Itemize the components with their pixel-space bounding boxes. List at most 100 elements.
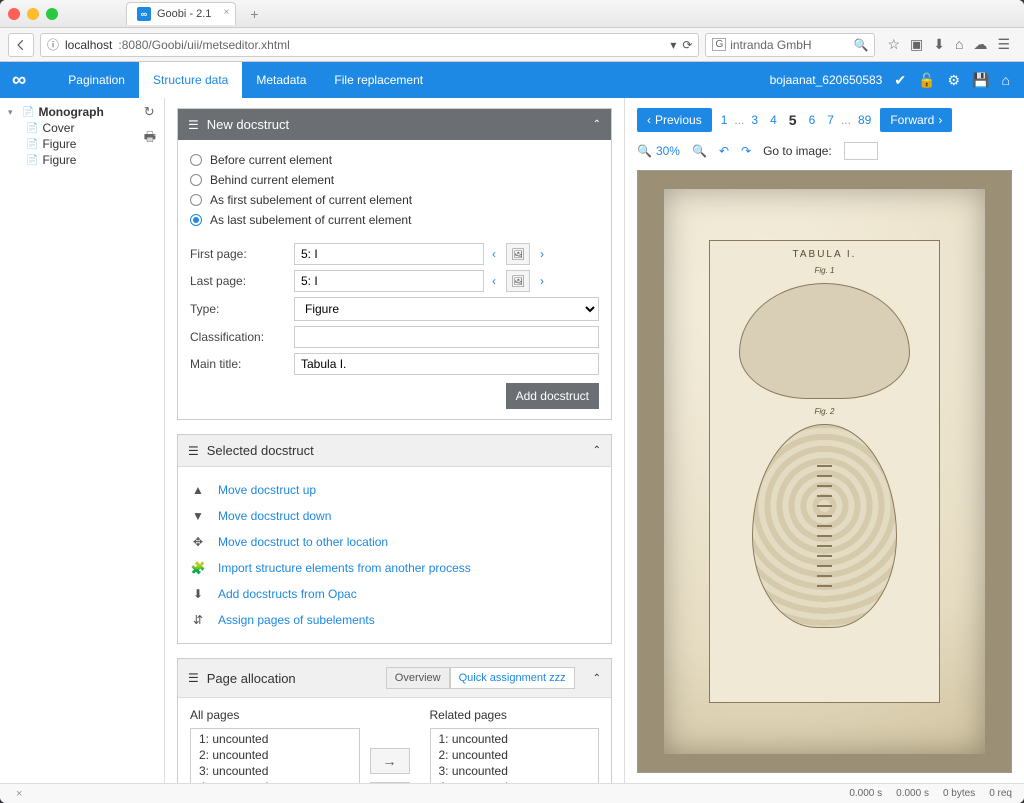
page-list-item[interactable]: 1: uncounted: [191, 731, 359, 747]
page-image-icon[interactable]: 🖼: [506, 243, 530, 265]
browser-search[interactable]: G intranda GmbH 🔍: [705, 33, 875, 57]
unlock-icon[interactable]: 🔓: [918, 72, 935, 89]
home-icon[interactable]: ⌂: [1002, 72, 1010, 88]
project-id: bojaanat_620650583: [770, 73, 883, 87]
classification-input[interactable]: [294, 326, 599, 348]
star-icon[interactable]: ☆: [887, 36, 900, 53]
home-icon[interactable]: ⌂: [955, 36, 963, 53]
tree-item[interactable]: 📄Figure: [26, 136, 156, 152]
search-icon[interactable]: 🔍: [853, 38, 868, 52]
collapse-icon[interactable]: ⌃: [593, 673, 601, 684]
back-button[interactable]: [8, 33, 34, 57]
page-prev-icon[interactable]: ‹: [492, 274, 496, 288]
radio-icon[interactable]: [190, 194, 202, 206]
save-icon[interactable]: 💾: [972, 72, 989, 89]
pager-page[interactable]: 89: [853, 111, 876, 129]
position-radio-row[interactable]: Before current element: [190, 150, 599, 170]
browser-tab[interactable]: ∞ Goobi - 2.1 ×: [126, 2, 236, 25]
goto-image-input[interactable]: [844, 142, 878, 160]
tab-pagination[interactable]: Pagination: [54, 62, 139, 98]
new-tab-button[interactable]: +: [250, 6, 258, 22]
tab-file-replacement[interactable]: File replacement: [320, 62, 437, 98]
tab-quick-assignment[interactable]: Quick assignment zzz: [450, 667, 575, 689]
docstruct-action[interactable]: 🧩Import structure elements from another …: [190, 555, 599, 581]
app-logo-icon[interactable]: ∞: [12, 69, 26, 92]
page-next-icon[interactable]: ›: [540, 247, 544, 261]
pager-page[interactable]: 5: [784, 110, 802, 130]
pager-page[interactable]: 3: [746, 111, 763, 129]
download-icon[interactable]: ⬇: [933, 36, 945, 53]
pager-page[interactable]: 1: [716, 111, 733, 129]
maximize-window-button[interactable]: [46, 8, 58, 20]
caret-down-icon[interactable]: ▾: [8, 107, 18, 118]
chat-icon[interactable]: ☁: [973, 36, 987, 53]
position-radio-row[interactable]: As first subelement of current element: [190, 190, 599, 210]
radio-icon[interactable]: [190, 154, 202, 166]
panel-title: New docstruct: [207, 117, 289, 132]
all-pages-list[interactable]: 1: uncounted2: uncounted3: uncounted4: u…: [190, 728, 360, 783]
position-radio-row[interactable]: Behind current element: [190, 170, 599, 190]
docstruct-action[interactable]: ✥Move docstruct to other location: [190, 529, 599, 555]
reload-icon[interactable]: ⟳: [682, 38, 692, 52]
arrow-down-icon: ▼: [190, 509, 206, 523]
tab-metadata[interactable]: Metadata: [242, 62, 320, 98]
page-prev-icon[interactable]: ‹: [492, 247, 496, 261]
page-list-item[interactable]: 2: uncounted: [191, 747, 359, 763]
first-page-input[interactable]: [294, 243, 484, 265]
pager-page[interactable]: 4: [765, 111, 782, 129]
gear-icon[interactable]: ⚙: [948, 72, 961, 89]
related-pages-list[interactable]: 1: uncounted2: uncounted3: uncounted4: u…: [430, 728, 600, 783]
previous-button[interactable]: ‹Previous: [637, 108, 712, 132]
rotate-right-icon[interactable]: ↷: [741, 144, 751, 158]
pocket-icon[interactable]: ▣: [910, 36, 923, 53]
status-bytes: 0 bytes: [943, 788, 975, 799]
radio-icon[interactable]: [190, 214, 202, 226]
docstruct-action[interactable]: ⬇Add docstructs from Opac: [190, 581, 599, 607]
forward-button[interactable]: Forward›: [880, 108, 952, 132]
type-select[interactable]: Figure: [294, 297, 599, 321]
collapse-icon[interactable]: ⌃: [593, 445, 601, 456]
tab-overview[interactable]: Overview: [386, 667, 450, 689]
page-list-item[interactable]: 3: uncounted: [191, 763, 359, 779]
pager-page[interactable]: 6: [804, 111, 821, 129]
add-docstruct-button[interactable]: Add docstruct: [506, 383, 599, 409]
last-page-input[interactable]: [294, 270, 484, 292]
address-bar[interactable]: ⓘ localhost:8080/Goobi/uii/metseditor.xh…: [40, 33, 699, 57]
pager-page[interactable]: 7: [822, 111, 839, 129]
browser-actions: ☆ ▣ ⬇ ⌂ ☁ ☰: [881, 36, 1016, 53]
page-next-icon[interactable]: ›: [540, 274, 544, 288]
radio-label: As last subelement of current element: [210, 213, 411, 227]
radio-icon[interactable]: [190, 174, 202, 186]
close-statusbar-icon[interactable]: ×: [16, 788, 22, 800]
docstruct-action[interactable]: ⇵Assign pages of subelements: [190, 607, 599, 633]
check-icon[interactable]: ✔: [894, 72, 906, 89]
collapse-icon[interactable]: ⌃: [593, 119, 601, 130]
main-title-input[interactable]: [294, 353, 599, 375]
assign-right-button[interactable]: →: [370, 748, 410, 774]
zoom-in-icon[interactable]: 🔍: [692, 144, 707, 158]
image-viewer[interactable]: TABULA I. Fig. 1 Fig. 2: [637, 170, 1012, 773]
page-list-item[interactable]: 1: uncounted: [431, 731, 599, 747]
minimize-window-button[interactable]: [27, 8, 39, 20]
dropdown-icon[interactable]: ▾: [670, 38, 676, 52]
print-icon[interactable]: 🖶: [144, 128, 156, 150]
docstruct-action[interactable]: ▲Move docstruct up: [190, 477, 599, 503]
tree-root[interactable]: ▾ 📄 Monograph: [8, 104, 156, 120]
menu-icon[interactable]: ☰: [997, 36, 1010, 53]
tree-item[interactable]: 📄Figure: [26, 152, 156, 168]
rotate-left-icon[interactable]: ↶: [719, 144, 729, 158]
close-tab-icon[interactable]: ×: [224, 7, 230, 18]
docstruct-action[interactable]: ▼Move docstruct down: [190, 503, 599, 529]
tree-item[interactable]: 📄Cover: [26, 120, 156, 136]
page-image-icon[interactable]: 🖼: [506, 270, 530, 292]
figure-label: Fig. 2: [814, 407, 834, 416]
zoom-out-icon[interactable]: 🔍: [637, 144, 652, 158]
favicon-icon: ∞: [137, 7, 151, 21]
position-radio-row[interactable]: As last subelement of current element: [190, 210, 599, 230]
page-list-item[interactable]: 3: uncounted: [431, 763, 599, 779]
tree-root-label: Monograph: [38, 105, 103, 119]
refresh-tree-icon[interactable]: ↻: [144, 104, 156, 120]
tab-structure-data[interactable]: Structure data: [139, 62, 242, 98]
page-list-item[interactable]: 2: uncounted: [431, 747, 599, 763]
close-window-button[interactable]: [8, 8, 20, 20]
